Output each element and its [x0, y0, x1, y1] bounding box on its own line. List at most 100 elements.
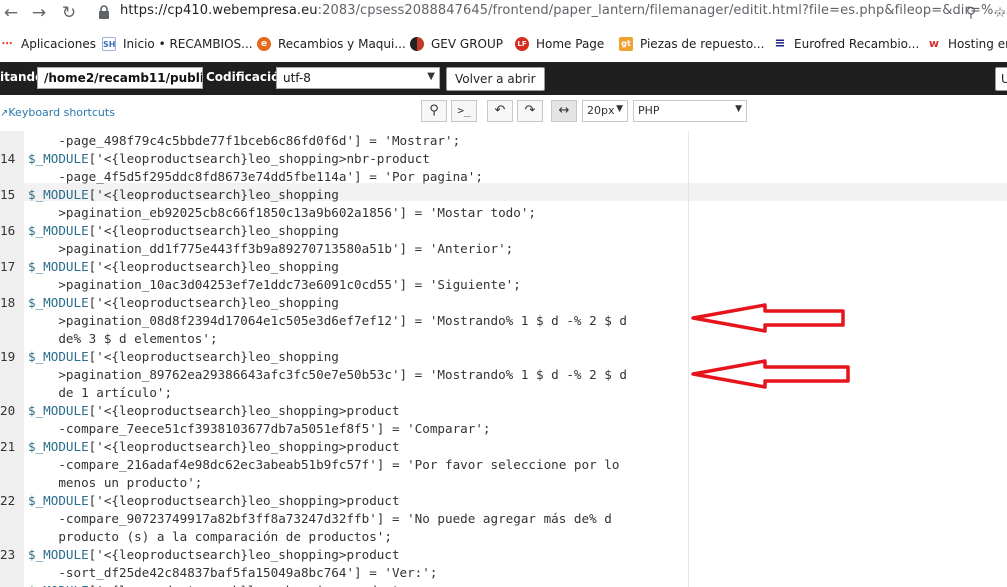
bookmark-label: Inicio • RECAMBIOS...: [123, 37, 253, 51]
code-variable: $_MODULE: [28, 439, 89, 454]
code-line: $_MODULE['<{leoproductsearch}leo_shoppin…: [28, 546, 400, 564]
chevron-down-icon: ▼: [427, 71, 435, 82]
code-line: producto (s) a la comparación de product…: [28, 528, 392, 546]
code-text: >pagination_10ac3d04253ef7e1ddc73e6091c0…: [28, 277, 521, 292]
undo-icon[interactable]: ↶: [487, 100, 513, 122]
encoding-select[interactable]: utf-8 ▼: [276, 67, 440, 89]
code-text: ['<{leoproductsearch}leo_shopping: [88, 187, 339, 202]
code-text: -page_4f5d5f295ddc8fd8673e74dd5fbe114a']…: [28, 169, 483, 184]
url-input[interactable]: https://cp410.webempresa.eu:2083/cpsess2…: [120, 3, 1006, 18]
chevron-down-icon: ▼: [735, 104, 742, 114]
code-text: ['<{leoproductsearch}leo_shopping>produc…: [88, 439, 400, 454]
menu-lines-icon: ≡: [774, 36, 786, 51]
bookmark-piezas-repuesto[interactable]: gt Piezas de repuesto...: [619, 35, 764, 53]
code-text: -compare_90723749917a82bf3ff8a73247d32ff…: [28, 511, 612, 526]
bookmark-label: Recambios y Maqui...: [278, 37, 406, 51]
encoding-value: utf-8: [283, 71, 311, 85]
code-line: de% 3 $ d elementos';: [28, 330, 218, 348]
editor-toolbar: ↗Keyboard shortcuts ⚲ >_ ↶ ↷ ↔ 20px ▼ PH…: [0, 95, 1007, 132]
bookmark-eurofred[interactable]: ≡ Eurofred Recambio...: [773, 35, 920, 53]
bookmarks-bar: ⋯ Aplicaciones SH Inicio • RECAMBIOS... …: [0, 26, 1007, 63]
bookmark-inicio-recambios[interactable]: SH Inicio • RECAMBIOS...: [102, 35, 253, 53]
code-variable: $_MODULE: [28, 547, 89, 562]
code-line: -compare_90723749917a82bf3ff8a73247d32ff…: [28, 510, 612, 528]
search-icon[interactable]: ⚲: [961, 3, 981, 23]
keyboard-shortcuts-label: Keyboard shortcuts: [8, 106, 115, 119]
code-text: -page_498f79c4c5bbde77f1bceb6c86fd0f6d']…: [28, 133, 461, 148]
bookmark-home-page[interactable]: LF Home Page: [515, 35, 604, 53]
code-text: de% 3 $ d elementos';: [28, 331, 218, 346]
line-number: 22: [0, 493, 16, 508]
apps-grid-icon: ⋯: [1, 37, 13, 50]
wrap-toggle-icon[interactable]: ↔: [551, 100, 577, 122]
reopen-button[interactable]: Volver a abrir: [446, 67, 545, 91]
editor-header-bar: itando: /home2/recamb11/public_h Codific…: [0, 62, 1007, 95]
line-number: 16: [0, 223, 16, 238]
code-variable: $_MODULE: [28, 187, 89, 202]
code-editor[interactable]: -page_498f79c4c5bbde77f1bceb6c86fd0f6d']…: [0, 131, 1007, 587]
code-line: >pagination_89762ea29386643afc3fc50e7e50…: [28, 366, 627, 384]
redo-icon[interactable]: ↷: [517, 100, 543, 122]
lock-icon[interactable]: [97, 5, 111, 19]
bookmark-label: Aplicaciones: [21, 37, 96, 51]
bookmark-recambios-maqui[interactable]: e Recambios y Maqui...: [257, 35, 406, 53]
code-text: de 1 artículo';: [28, 385, 173, 400]
browser-address-bar: ← → ↻ https://cp410.webempresa.eu:2083/c…: [0, 0, 1007, 26]
bookmark-label: Home Page: [536, 37, 605, 51]
code-line: >pagination_eb92025cb8c66f1850c13a9b602a…: [28, 204, 536, 222]
bookmark-gev-group[interactable]: GEV GROUP: [410, 35, 503, 53]
terminal-icon[interactable]: >_: [451, 100, 477, 122]
code-text: ['<{leoproductsearch}leo_shopping: [88, 223, 339, 238]
code-variable: $_MODULE: [28, 493, 89, 508]
code-variable: $_MODULE: [28, 583, 89, 587]
code-text: ['<{leoproductsearch}leo_shopping: [88, 295, 339, 310]
code-variable: $_MODULE: [28, 403, 89, 418]
code-variable: $_MODULE: [28, 151, 89, 166]
code-text: -compare_7eece51cf3938103677db7a5051ef8f…: [28, 421, 491, 436]
code-line: -compare_216adaf4e98dc62ec3abeab51b9fc57…: [28, 456, 619, 474]
code-variable: $_MODULE: [28, 295, 89, 310]
back-arrow-icon[interactable]: ←: [0, 2, 22, 24]
code-line: $_MODULE['<{leoproductsearch}leo_shoppin…: [28, 258, 339, 276]
code-text: -compare_216adaf4e98dc62ec3abeab51b9fc57…: [28, 457, 620, 472]
forward-arrow-icon[interactable]: →: [28, 2, 50, 24]
line-number: 21: [0, 439, 16, 454]
url-host: https://cp410.webempresa.eu: [120, 3, 318, 18]
update-button[interactable]: U: [995, 67, 1007, 91]
code-line: de 1 artículo';: [28, 384, 172, 402]
site-icon: SH: [102, 37, 116, 51]
code-text: menos un producto';: [28, 475, 203, 490]
file-path-input[interactable]: /home2/recamb11/public_h: [37, 67, 203, 89]
code-text: -sort_df25de42c84837baf5fa15049a8bc764']…: [28, 565, 438, 580]
code-line: >pagination_dd1f775e443ff3b9a89270713580…: [28, 240, 513, 258]
bookmark-apps[interactable]: ⋯ Aplicaciones: [0, 35, 96, 53]
line-number: 23: [0, 547, 16, 562]
bookmark-label: Hosting en: [948, 37, 1007, 51]
code-line: -compare_7eece51cf3938103677db7a5051ef8f…: [28, 420, 491, 438]
language-select[interactable]: PHP ▼: [633, 100, 747, 122]
code-text: ['<{leoproductsearch}leo_shopping>nbr-pr…: [88, 151, 430, 166]
font-size-value: 20px: [587, 104, 615, 117]
code-text: >pagination_08d8f2394d17064e1c505e3d6ef7…: [28, 313, 627, 328]
search-icon[interactable]: ⚲: [421, 100, 447, 122]
code-line: >pagination_08d8f2394d17064e1c505e3d6ef7…: [28, 312, 627, 330]
code-line: $_MODULE['<{leoproductsearch}leo_shoppin…: [28, 492, 400, 510]
code-text: ['<{leoproductsearch}leo_shopping: [88, 259, 339, 274]
chevron-down-icon: ▼: [616, 104, 623, 114]
code-line: $_MODULE['<{leoproductsearch}leo_shoppin…: [28, 186, 339, 204]
code-text: ['<{leoproductsearch}leo_shopping>produc…: [88, 547, 400, 562]
url-path: :2083/cpsess2088847645/frontend/paper_la…: [317, 3, 1007, 18]
gt-logo-icon: gt: [619, 37, 633, 51]
code-line: $_MODULE['<{leoproductsearch}leo_shoppin…: [28, 348, 339, 366]
bookmark-star-icon[interactable]: ☆: [990, 3, 1007, 23]
code-line: >pagination_10ac3d04253ef7e1ddc73e6091c0…: [28, 276, 521, 294]
bookmark-label: Eurofred Recambio...: [794, 37, 920, 51]
code-text: >pagination_89762ea29386643afc3fc50e7e50…: [28, 367, 627, 382]
line-number: 15: [0, 187, 16, 202]
code-text: ['<{leoproductsearch}leo_shopping>produc…: [88, 493, 400, 508]
code-line: menos un producto';: [28, 474, 202, 492]
keyboard-shortcuts-link[interactable]: ↗Keyboard shortcuts: [0, 106, 115, 119]
bookmark-hosting[interactable]: w Hosting en: [927, 35, 1007, 53]
font-size-select[interactable]: 20px ▼: [582, 100, 628, 122]
reload-icon[interactable]: ↻: [58, 2, 80, 24]
